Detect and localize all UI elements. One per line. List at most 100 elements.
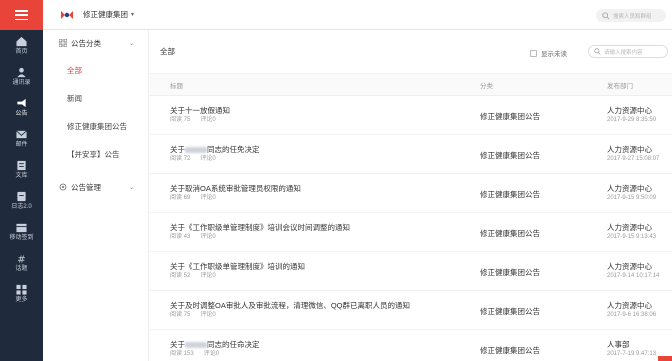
show-unread-toggle[interactable]: 显示未读 xyxy=(530,48,567,58)
more-icon xyxy=(16,284,27,295)
row-department: 人事部 xyxy=(607,339,630,349)
row-title[interactable]: 关于 同志的任命决定 xyxy=(170,340,480,350)
rail-item-checkin[interactable]: 移动签到 xyxy=(0,216,43,247)
row-title[interactable]: 关于及时调整OA审批人及审批流程，清理微信、QQ群已离职人员的通知 xyxy=(170,301,480,311)
row-title-text: 关于十一放假通知 xyxy=(170,105,230,115)
menu-toggle-button[interactable] xyxy=(0,0,43,30)
table-header: 标题 分类 发布部门 xyxy=(150,74,672,96)
row-views: 阅读 69 xyxy=(170,194,191,201)
list-search-placeholder: 请输入搜索内容 xyxy=(604,49,643,56)
row-title-cell: 关于 同志的任命决定 阅读 153 评论0 xyxy=(150,340,480,359)
rail-item-library[interactable]: 文库 xyxy=(0,154,43,185)
row-time: 2017-9-27 15:08:07 xyxy=(607,155,660,162)
rail-item-label: 首页 xyxy=(15,48,28,55)
redacted-name xyxy=(185,146,207,153)
checkin-icon xyxy=(16,223,27,232)
row-department: 人力资源中心 xyxy=(607,183,652,193)
row-comments: 评论0 xyxy=(200,311,216,318)
table-row[interactable]: 关于及时调整OA审批人及审批流程，清理微信、QQ群已离职人员的通知 阅读 75 评论… xyxy=(150,291,672,330)
row-comments: 评论0 xyxy=(200,194,216,201)
table-row[interactable]: 关于《工作职级单管理制度》培训的通知 阅读 52 评论0 修正健康集团公告 人力资源中心… xyxy=(150,252,672,291)
row-title-cell: 关于《工作职级单管理制度》培训会议时间调整的通知 阅读 43 评论0 xyxy=(150,223,480,242)
rail-item-label: 通讯录 xyxy=(12,79,31,86)
row-category: 修正健康集团公告 xyxy=(480,267,540,277)
row-title-suffix: 同志的任免决定 xyxy=(207,144,260,154)
row-title[interactable]: 关于取消OA系统审批管理员权限的通知 xyxy=(170,184,480,194)
chevron-down-icon[interactable]: ⌄ xyxy=(129,184,134,191)
chevron-down-icon[interactable]: ▾ xyxy=(131,11,134,18)
org-name[interactable]: 修正健康集团 xyxy=(83,9,128,20)
list-search-input[interactable]: 请输入搜索内容 xyxy=(588,45,668,58)
search-icon xyxy=(602,11,610,20)
row-category: 修正健康集团公告 xyxy=(480,150,540,160)
announcement-management[interactable]: 公告管理 ⌄ xyxy=(43,174,148,200)
category-header[interactable]: 公告分类 ⌄ xyxy=(43,30,148,56)
row-title-text: 关于《工作职级单管理制度》培训的通知 xyxy=(170,261,305,271)
chevron-down-icon[interactable]: ⌄ xyxy=(129,40,134,47)
rail-item-label: 日志2.0 xyxy=(11,203,32,210)
row-comments: 评论0 xyxy=(200,233,216,240)
rail-item-mail[interactable]: 邮件 xyxy=(0,123,43,154)
row-views: 阅读 52 xyxy=(170,272,191,279)
category-item-news[interactable]: 新闻 xyxy=(43,84,148,112)
row-views: 阅读 43 xyxy=(170,233,191,240)
global-search-input[interactable]: 搜索人员和群组 xyxy=(596,9,666,22)
table-row[interactable]: 关于《工作职级单管理制度》培训会议时间调整的通知 阅读 43 评论0 修正健康集团公告… xyxy=(150,213,672,252)
row-views: 阅读 75 xyxy=(170,311,191,318)
row-title-cell: 关于取消OA系统审批管理员权限的通知 阅读 69 评论0 xyxy=(150,184,480,203)
row-comments: 评论0 xyxy=(203,350,220,357)
row-title[interactable]: 关于 同志的任免决定 xyxy=(170,145,480,155)
row-time: 2017-9-29 8:35:50 xyxy=(607,116,657,123)
rail-item-log[interactable]: 日志2.0 xyxy=(0,185,43,216)
rail-item-label: 邮件 xyxy=(15,141,28,148)
settings-icon xyxy=(59,183,67,191)
corner-accent xyxy=(658,356,672,361)
row-title-suffix: 同志的任命决定 xyxy=(207,339,260,349)
nav-rail: 首页通讯录公告邮件文库日志2.0 移动签到 # 话题更多 xyxy=(0,0,43,361)
table-row[interactable]: 关于取消OA系统审批管理员权限的通知 阅读 69 评论0 修正健康集团公告 人力资源中心… xyxy=(150,174,672,213)
rail-item-label: 公告 xyxy=(15,110,28,117)
header-category: 分类 xyxy=(480,82,493,90)
category-item-all[interactable]: 全部 xyxy=(43,56,148,84)
unread-checkbox[interactable] xyxy=(530,49,537,57)
row-department-cell: 人力资源中心 2017-9-27 15:08:07 xyxy=(607,145,672,164)
row-meta: 阅读 153 评论0 xyxy=(170,350,480,359)
row-title-cell: 关于十一放假通知 阅读 75 评论0 xyxy=(150,106,480,125)
row-title[interactable]: 关于《工作职级单管理制度》培训的通知 xyxy=(170,262,480,272)
row-meta: 阅读 43 评论0 xyxy=(170,233,480,242)
category-header-label: 公告分类 xyxy=(71,38,101,48)
row-category: 修正健康集团公告 xyxy=(480,306,540,316)
row-title[interactable]: 关于十一放假通知 xyxy=(170,106,480,116)
row-time: 2017-9-15 9:50:09 xyxy=(607,194,657,201)
rail-item-label: 话题 xyxy=(15,265,28,272)
category-item-group[interactable]: 修正健康集团公告 xyxy=(43,112,148,140)
row-title[interactable]: 关于《工作职级单管理制度》培训会议时间调整的通知 xyxy=(170,223,480,233)
rail-item-announcement[interactable]: 公告 xyxy=(0,92,43,123)
row-title-text: 关于《工作职级单管理制度》培训会议时间调整的通知 xyxy=(170,222,350,232)
rail-item-label: 更多 xyxy=(15,296,28,303)
row-category: 修正健康集团公告 xyxy=(480,345,540,355)
row-department-cell: 人力资源中心 2017-9-29 8:35:50 xyxy=(607,106,672,125)
rail-item-more[interactable]: 更多 xyxy=(0,278,43,309)
table-row[interactable]: 关于 同志的任命决定 阅读 153 评论0 修正健康集团公告 人事部 2017-7-19 9… xyxy=(150,330,672,361)
row-meta: 阅读 75 评论0 xyxy=(170,311,480,320)
rail-item-home[interactable]: 首页 xyxy=(0,30,43,61)
org-logo-icon xyxy=(61,10,73,19)
rail-item-contacts[interactable]: 通讯录 xyxy=(0,61,43,92)
row-time: 2017-9-15 9:13:43 xyxy=(607,233,657,240)
category-item-anxiang[interactable]: 【并安享】公告 xyxy=(43,140,148,168)
table-row[interactable]: 关于 同志的任免决定 阅读 72 评论0 修正健康集团公告 人力资源中心 2017-9-27… xyxy=(150,135,672,174)
category-panel: 公告分类 ⌄ 全部 新闻 修正健康集团公告 【并安享】公告 公告管理 ⌄ xyxy=(43,30,149,361)
row-title-text: 关于及时调整OA审批人及审批流程，清理微信、QQ群已离职人员的通知 xyxy=(170,300,411,310)
grid-icon xyxy=(59,39,67,47)
table-row[interactable]: 关于十一放假通知 阅读 75 评论0 修正健康集团公告 人力资源中心 2017-9-29 … xyxy=(150,96,672,135)
header-title: 标题 xyxy=(170,82,183,90)
announcement-icon xyxy=(17,98,26,107)
row-department-cell: 人力资源中心 2017-9-14 10:17:14 xyxy=(607,262,672,281)
row-category: 修正健康集团公告 xyxy=(480,189,540,199)
row-department: 人力资源中心 xyxy=(607,261,652,271)
row-department: 人力资源中心 xyxy=(607,222,652,232)
row-comments: 评论0 xyxy=(200,272,216,279)
svg-text:#: # xyxy=(17,254,25,263)
rail-item-topic[interactable]: # 话题 xyxy=(0,247,43,278)
